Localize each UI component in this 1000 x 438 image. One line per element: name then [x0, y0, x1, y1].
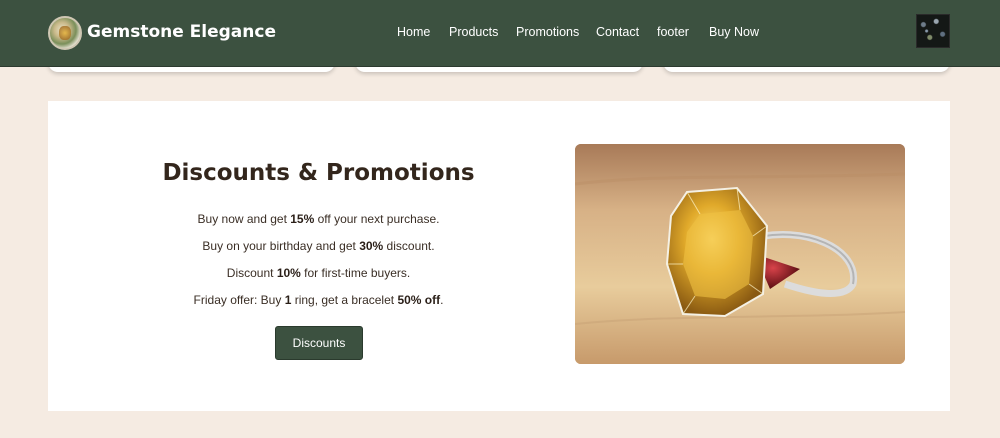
nav-promotions[interactable]: Promotions	[516, 25, 579, 39]
nav-home[interactable]: Home	[397, 25, 430, 39]
promo-line-2: Buy on your birthday and get 30% discoun…	[202, 239, 435, 253]
brand-name[interactable]: Gemstone Elegance	[87, 22, 276, 42]
discounts-button[interactable]: Discounts	[275, 326, 363, 360]
ring-illustration	[575, 144, 905, 364]
site-header: Gemstone Elegance Home Products Promotio…	[0, 0, 1000, 67]
citrine-ring-image	[575, 144, 905, 364]
promo-line-3: Discount 10% for first-time buyers.	[226, 266, 411, 280]
promo-line-1: Buy now and get 15% off your next purcha…	[197, 212, 440, 226]
promotions-section: Discounts & Promotions Buy now and get 1…	[48, 101, 950, 411]
nav-buy-now[interactable]: Buy Now	[709, 25, 759, 39]
nav-footer[interactable]: footer	[657, 25, 689, 39]
nav-contact[interactable]: Contact	[596, 25, 639, 39]
promotions-title: Discounts & Promotions	[162, 160, 475, 186]
brand-logo[interactable]	[48, 16, 82, 50]
user-avatar[interactable]	[916, 14, 950, 48]
promo-line-4: Friday offer: Buy 1 ring, get a bracelet…	[193, 293, 444, 307]
nav-products[interactable]: Products	[449, 25, 498, 39]
